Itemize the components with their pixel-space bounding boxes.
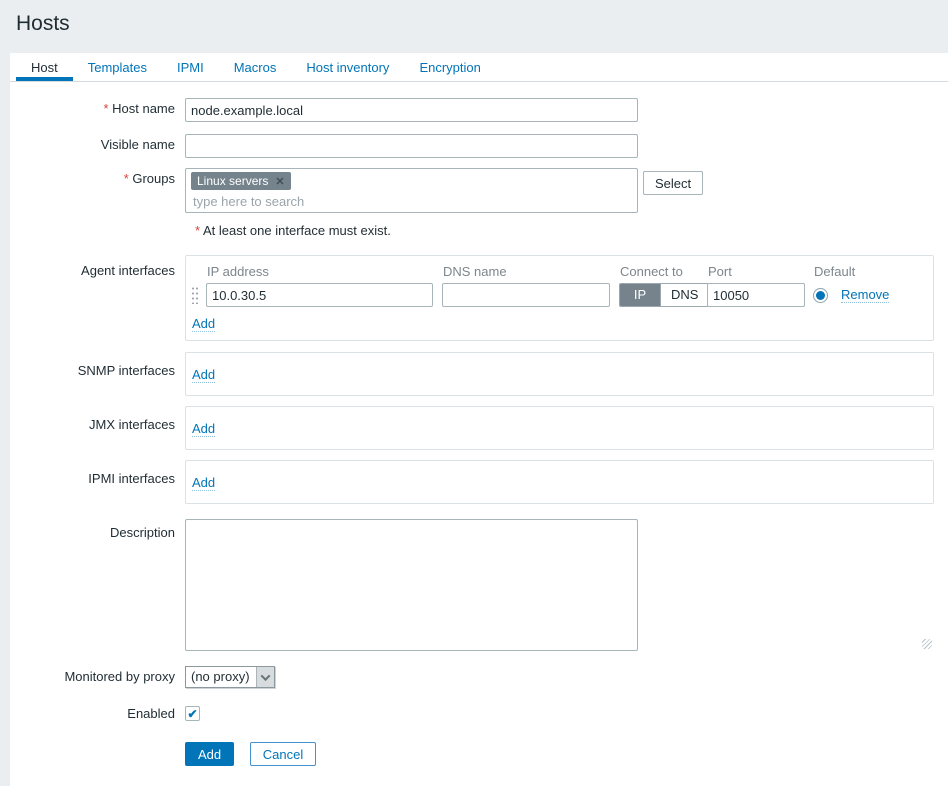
groups-row: Groups Linux servers type here to search… bbox=[20, 168, 934, 213]
tab-host-inventory[interactable]: Host inventory bbox=[291, 53, 404, 81]
agent-interface-row: IP DNS Remove bbox=[191, 283, 923, 307]
description-textarea[interactable] bbox=[185, 519, 638, 651]
connect-to-ip-option[interactable]: IP bbox=[620, 284, 660, 306]
host-form: Host name Visible name Groups Linux serv… bbox=[10, 82, 948, 786]
snmp-interfaces-row: SNMP interfaces Add bbox=[20, 352, 934, 396]
form-actions-row: Add Cancel bbox=[20, 742, 934, 766]
visible-name-row: Visible name bbox=[20, 134, 934, 158]
agent-interfaces-label: Agent interfaces bbox=[20, 255, 185, 282]
default-interface-radio[interactable] bbox=[813, 288, 828, 303]
interface-port-input[interactable] bbox=[707, 283, 805, 307]
cancel-button[interactable]: Cancel bbox=[250, 742, 316, 766]
tab-macros[interactable]: Macros bbox=[219, 53, 292, 81]
snmp-interface-add-link[interactable]: Add bbox=[192, 367, 215, 383]
connect-to-toggle: IP DNS bbox=[619, 283, 709, 307]
jmx-interface-add-link[interactable]: Add bbox=[192, 421, 215, 437]
tab-templates[interactable]: Templates bbox=[73, 53, 162, 81]
col-port: Port bbox=[707, 262, 813, 283]
proxy-selected-value: (no proxy) bbox=[186, 667, 256, 687]
connect-to-dns-option[interactable]: DNS bbox=[660, 284, 708, 306]
group-chip: Linux servers bbox=[191, 172, 291, 190]
interface-note: At least one interface must exist. bbox=[20, 224, 934, 237]
host-name-label: Host name bbox=[20, 98, 185, 120]
col-default: Default bbox=[813, 262, 923, 283]
tab-bar: Host Templates IPMI Macros Host inventor… bbox=[10, 53, 948, 82]
proxy-select[interactable]: (no proxy) bbox=[185, 666, 275, 688]
groups-multiselect[interactable]: Linux servers type here to search bbox=[185, 168, 638, 213]
content-panel: Host Templates IPMI Macros Host inventor… bbox=[10, 53, 948, 786]
jmx-interfaces-row: JMX interfaces Add bbox=[20, 406, 934, 450]
groups-search-placeholder[interactable]: type here to search bbox=[193, 194, 632, 209]
col-connect-to: Connect to bbox=[619, 262, 707, 283]
page-title: Hosts bbox=[16, 12, 948, 36]
enabled-checkbox[interactable] bbox=[185, 706, 200, 721]
ipmi-interfaces-box: Add bbox=[185, 460, 934, 504]
jmx-interfaces-box: Add bbox=[185, 406, 934, 450]
tab-host[interactable]: Host bbox=[16, 53, 73, 81]
ipmi-interfaces-row: IPMI interfaces Add bbox=[20, 460, 934, 504]
agent-interface-add-link[interactable]: Add bbox=[192, 316, 215, 332]
interface-ip-input[interactable] bbox=[206, 283, 433, 307]
jmx-interfaces-label: JMX interfaces bbox=[20, 406, 185, 436]
resize-grip-icon[interactable] bbox=[922, 639, 932, 649]
groups-select-button[interactable]: Select bbox=[643, 171, 703, 195]
enabled-label: Enabled bbox=[20, 703, 185, 725]
description-row: Description bbox=[20, 519, 934, 654]
remove-group-icon[interactable] bbox=[275, 175, 284, 188]
interface-note-text: At least one interface must exist. bbox=[203, 223, 391, 238]
tab-ipmi[interactable]: IPMI bbox=[162, 53, 219, 81]
host-name-input[interactable] bbox=[185, 98, 638, 122]
proxy-label: Monitored by proxy bbox=[20, 666, 185, 688]
drag-handle-icon[interactable] bbox=[191, 286, 199, 304]
agent-interfaces-row: Agent interfaces IP address DNS name Con… bbox=[20, 255, 934, 341]
groups-label: Groups bbox=[20, 168, 185, 190]
add-button[interactable]: Add bbox=[185, 742, 234, 766]
enabled-row: Enabled bbox=[20, 703, 934, 725]
visible-name-label: Visible name bbox=[20, 134, 185, 156]
agent-interfaces-box: IP address DNS name Connect to Port Defa… bbox=[185, 255, 934, 341]
ipmi-interfaces-label: IPMI interfaces bbox=[20, 460, 185, 490]
group-chip-label: Linux servers bbox=[197, 174, 268, 188]
agent-interfaces-header: IP address DNS name Connect to Port Defa… bbox=[191, 262, 923, 283]
chevron-down-icon bbox=[256, 667, 274, 687]
host-name-row: Host name bbox=[20, 98, 934, 122]
col-ip-address: IP address bbox=[206, 262, 442, 283]
visible-name-input[interactable] bbox=[185, 134, 638, 158]
ipmi-interface-add-link[interactable]: Add bbox=[192, 475, 215, 491]
col-dns-name: DNS name bbox=[442, 262, 619, 283]
snmp-interfaces-box: Add bbox=[185, 352, 934, 396]
interface-dns-input[interactable] bbox=[442, 283, 610, 307]
interface-remove-link[interactable]: Remove bbox=[841, 287, 889, 303]
description-label: Description bbox=[20, 519, 185, 544]
page-header: Hosts bbox=[0, 0, 948, 53]
tab-encryption[interactable]: Encryption bbox=[404, 53, 495, 81]
snmp-interfaces-label: SNMP interfaces bbox=[20, 352, 185, 382]
proxy-row: Monitored by proxy (no proxy) bbox=[20, 666, 934, 688]
